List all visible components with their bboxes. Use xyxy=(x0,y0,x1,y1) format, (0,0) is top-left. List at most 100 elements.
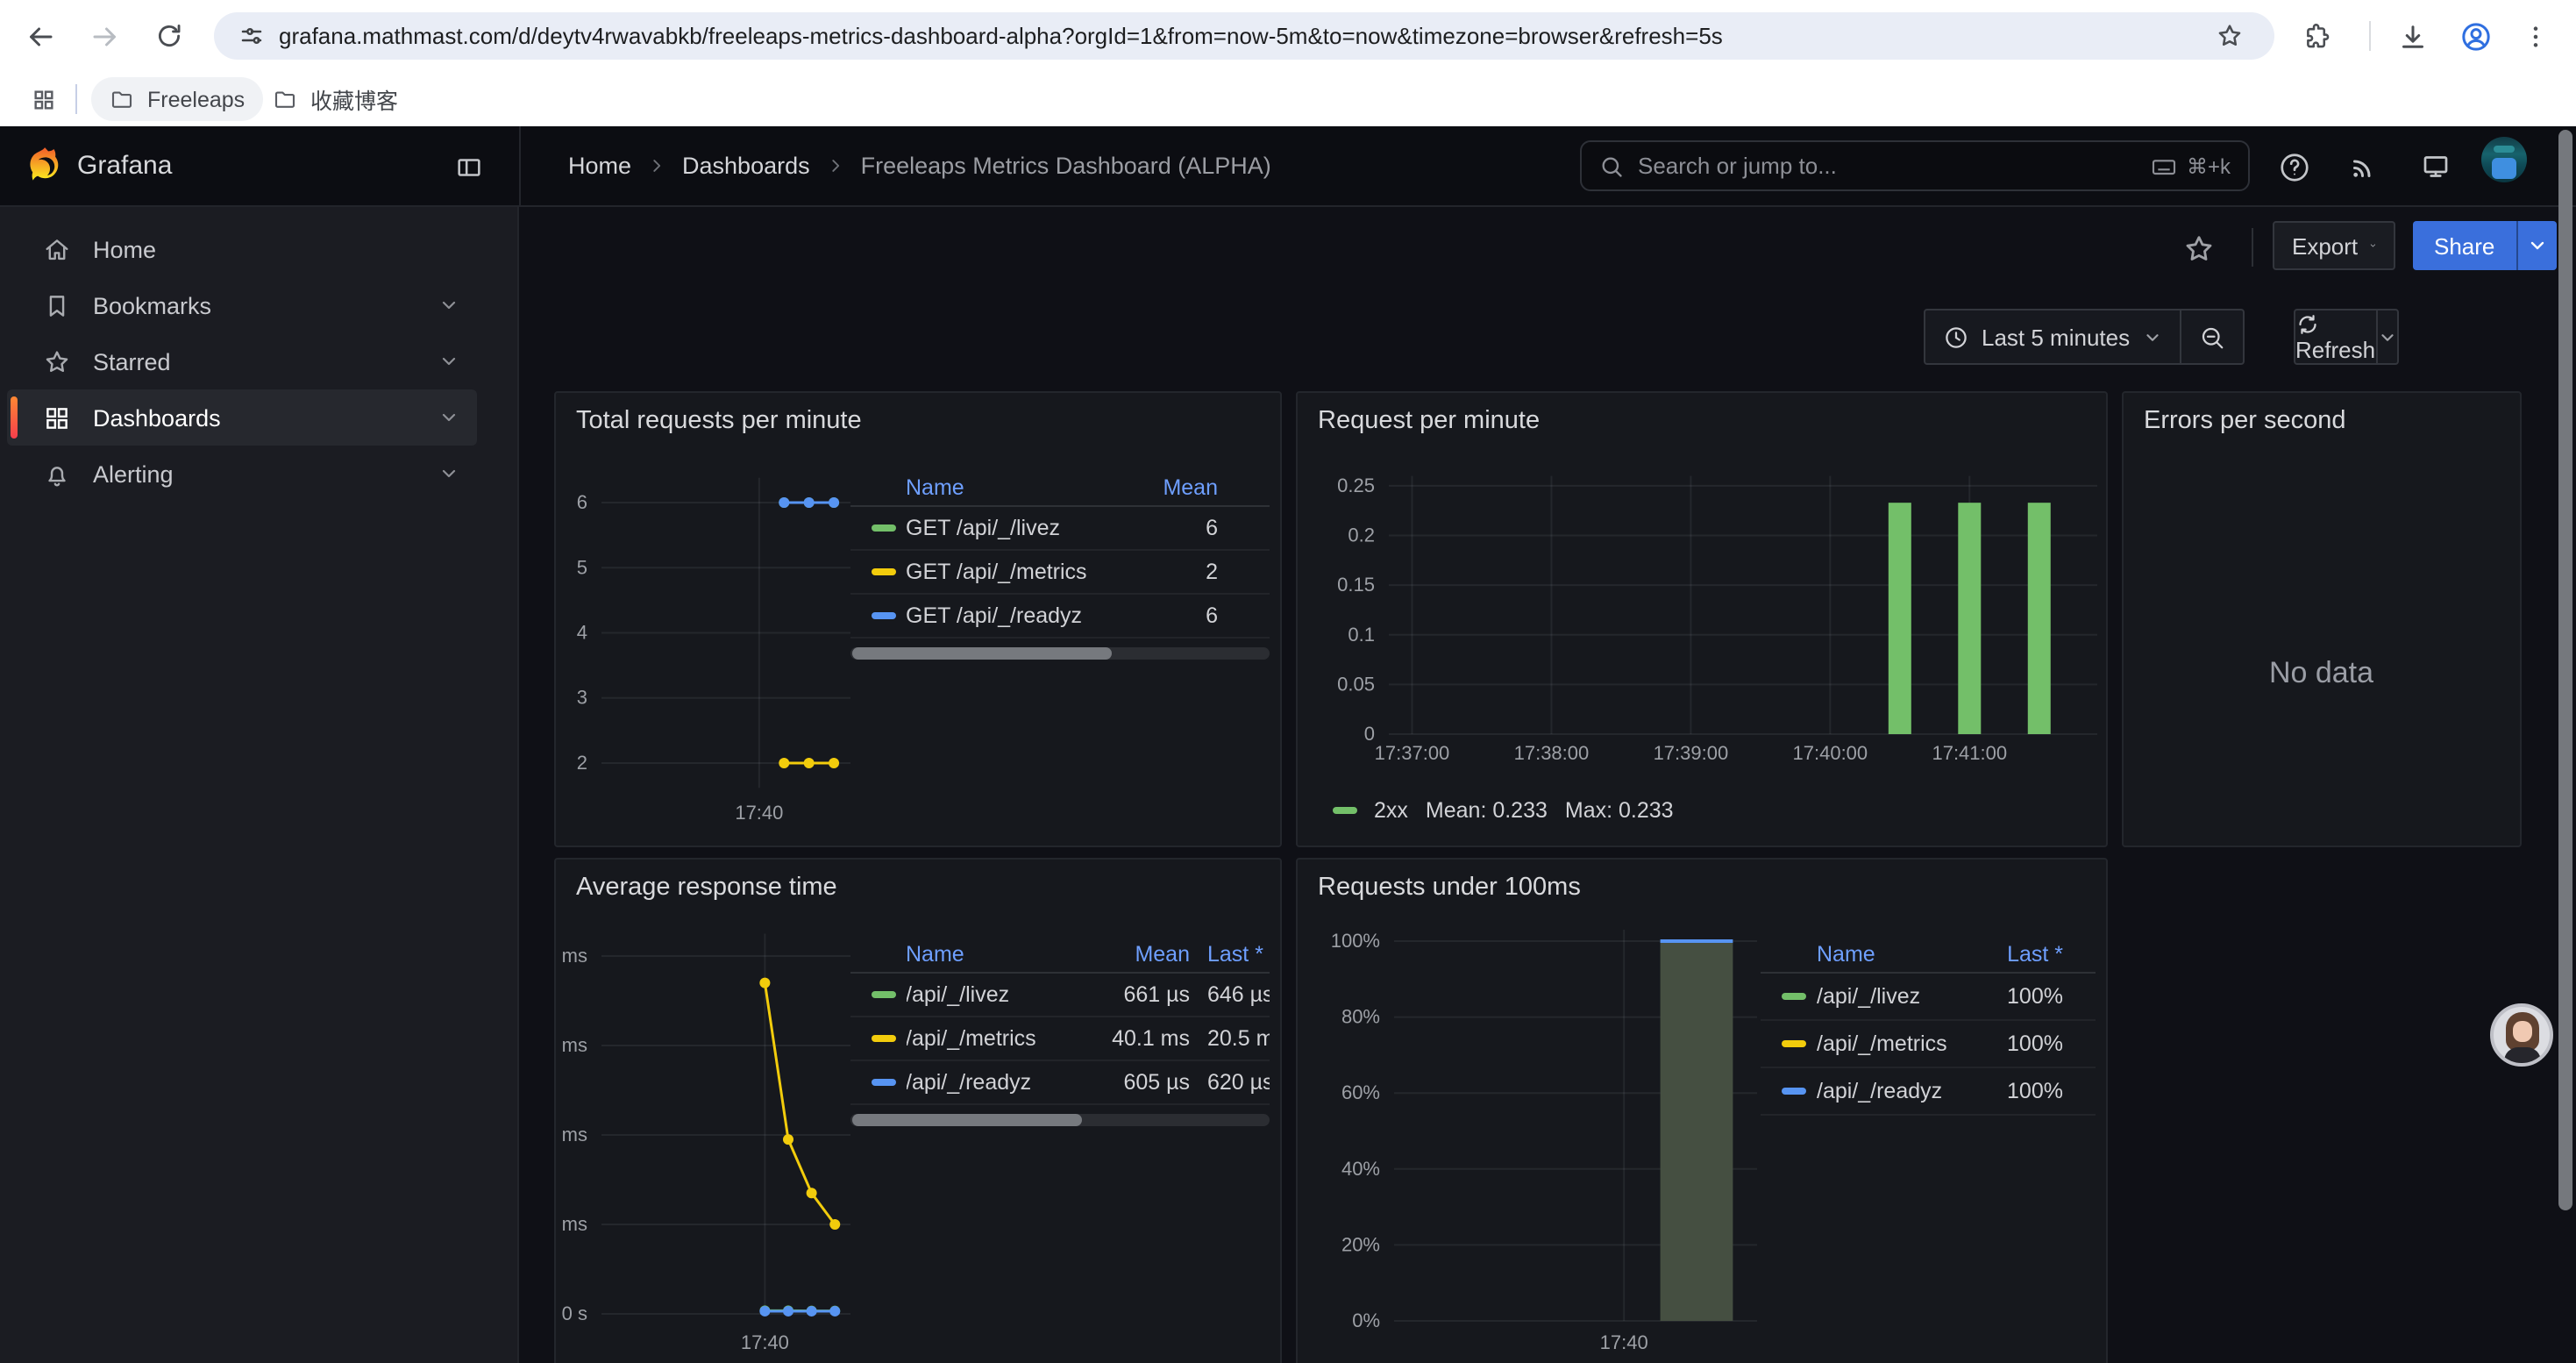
legend-scrollbar-thumb[interactable] xyxy=(851,1114,1082,1126)
refresh-group: Refresh xyxy=(2294,309,2398,365)
series-value: 100% xyxy=(1975,1031,2063,1056)
share-button[interactable]: Share xyxy=(2413,221,2516,270)
inline-legend[interactable]: 2xxMean: 0.233Max: 0.233 xyxy=(1332,798,1674,823)
data-point xyxy=(803,497,814,508)
user-avatar[interactable] xyxy=(2481,137,2527,182)
panel-errors-per-second: Errors per secondNo data xyxy=(2121,391,2522,847)
sidebar-item-home[interactable]: Home xyxy=(7,221,477,277)
time-range-picker[interactable]: Last 5 minutes xyxy=(1925,310,2179,363)
bookmark-star-icon[interactable] xyxy=(2208,14,2252,58)
legend-row[interactable]: /api/_/readyz605 µs620 µs xyxy=(850,1061,1269,1105)
bookmark-folder[interactable]: Freeleaps xyxy=(91,77,262,121)
series-color-pill xyxy=(1782,1040,1806,1047)
legend-scrollbar[interactable] xyxy=(850,647,1269,660)
data-point xyxy=(778,758,788,768)
refresh-button[interactable]: Refresh xyxy=(2295,311,2375,362)
monitor-icon[interactable] xyxy=(2415,146,2457,188)
page-scrollbar[interactable] xyxy=(2558,130,2572,1210)
avatar-art xyxy=(2504,1047,2541,1065)
site-settings-icon[interactable] xyxy=(238,23,265,49)
series-name: /api/_/livez xyxy=(906,982,1095,1007)
series-value: 661 µs xyxy=(1095,982,1190,1007)
chevron-down-icon[interactable] xyxy=(438,407,459,428)
y-tick-label: 0.1 xyxy=(1347,624,1374,646)
avatar-art xyxy=(2513,1021,2532,1042)
legend-scrollbar[interactable] xyxy=(850,1114,1269,1126)
url-text[interactable]: grafana.mathmast.com/d/deytv4rwavabkb/fr… xyxy=(279,23,1723,49)
bookmark-icon xyxy=(42,290,72,320)
chevron-down-icon[interactable] xyxy=(438,463,459,484)
favorite-star-icon[interactable] xyxy=(2181,232,2220,270)
sidebar-item-dashboards[interactable]: Dashboards xyxy=(7,389,477,446)
extensions-icon[interactable] xyxy=(2295,14,2339,58)
back-icon[interactable] xyxy=(18,14,61,58)
profile-icon[interactable] xyxy=(2453,14,2497,58)
x-tick-label: 17:37:00 xyxy=(1374,742,1449,764)
data-point xyxy=(828,758,838,768)
y-tick-label: 0.25 xyxy=(1336,475,1374,496)
legend-header-name[interactable]: Name xyxy=(1817,942,1975,967)
sidebar-item-alerting[interactable]: Alerting xyxy=(7,446,477,502)
series-value: 2 xyxy=(1148,560,1218,584)
legend-header-name[interactable]: Name xyxy=(906,475,1148,500)
panel-average-response-time: Average response time0 s20 ms40 ms60 ms8… xyxy=(553,858,1282,1363)
floating-assistant-avatar[interactable] xyxy=(2490,1003,2553,1067)
legend-row[interactable]: /api/_/livez661 µs646 µs xyxy=(850,974,1269,1017)
folder-icon xyxy=(272,86,298,112)
breadcrumb-separator-icon xyxy=(826,156,845,175)
legend-scrollbar-thumb[interactable] xyxy=(851,647,1111,660)
breadcrumb-item[interactable]: Dashboards xyxy=(682,153,810,179)
forward-icon[interactable] xyxy=(82,14,126,58)
series-stat: Mean: 0.233 xyxy=(1426,798,1548,823)
legend-table: NameMeanLast * /api/_/livez661 µs646 µs/a… xyxy=(850,937,1269,1126)
series-color-pill xyxy=(871,1035,895,1042)
chevron-down-icon[interactable] xyxy=(438,351,459,372)
series-name: /api/_/metrics xyxy=(1817,1031,1975,1056)
bookmark-folder[interactable]: 收藏博客 xyxy=(254,77,416,121)
legend-header-value[interactable]: Mean xyxy=(1148,475,1218,500)
download-icon[interactable] xyxy=(2390,14,2434,58)
zoom-out-button[interactable] xyxy=(2181,310,2242,363)
chevron-down-icon xyxy=(2368,235,2376,256)
legend-header-value[interactable]: Last * xyxy=(1975,942,2063,967)
browser-menu-icon[interactable] xyxy=(2513,14,2557,58)
x-tick-label: 17:40 xyxy=(740,1331,788,1353)
legend-row[interactable]: GET /api/_/livez6 xyxy=(850,507,1269,551)
url-bar[interactable]: grafana.mathmast.com/d/deytv4rwavabkb/fr… xyxy=(214,12,2274,60)
legend-header-name[interactable]: Name xyxy=(906,942,1095,967)
legend-row[interactable]: /api/_/livez100% xyxy=(1761,974,2095,1021)
series-color-pill xyxy=(871,612,895,619)
legend-row[interactable]: GET /api/_/readyz6 xyxy=(850,595,1269,639)
zoom-out-icon xyxy=(2198,324,2224,350)
legend-row[interactable]: GET /api/_/metrics2 xyxy=(850,551,1269,595)
search-input[interactable]: Search or jump to... ⌘+k xyxy=(1580,140,2250,191)
chevron-down-icon xyxy=(2377,327,2396,346)
bar xyxy=(2027,503,2050,734)
news-rss-icon[interactable] xyxy=(2343,146,2385,188)
chevron-down-icon[interactable] xyxy=(438,295,459,316)
legend-row[interactable]: /api/_/metrics100% xyxy=(1761,1021,2095,1068)
legend-row[interactable]: /api/_/metrics40.1 ms20.5 ms xyxy=(850,1017,1269,1061)
grafana-logo-icon[interactable] xyxy=(23,144,67,188)
panel-title[interactable]: Errors per second xyxy=(2144,407,2346,435)
breadcrumb-item[interactable]: Home xyxy=(568,153,631,179)
apps-grid-icon[interactable] xyxy=(21,77,65,121)
data-point xyxy=(828,497,838,508)
y-tick-label: 60 ms xyxy=(555,1034,587,1056)
export-button[interactable]: Export xyxy=(2273,221,2395,270)
reload-icon[interactable] xyxy=(147,14,191,58)
x-tick-label: 17:40 xyxy=(734,802,782,824)
sidebar-toggle-icon[interactable] xyxy=(447,146,489,188)
y-tick-label: 20% xyxy=(1341,1233,1379,1255)
clock-icon xyxy=(1943,324,1969,350)
help-icon[interactable] xyxy=(2273,146,2315,188)
sidebar-item-starred[interactable]: Starred xyxy=(7,333,477,389)
refresh-interval-button[interactable] xyxy=(2377,327,2396,346)
legend-header-value[interactable]: Last * xyxy=(1190,942,1269,967)
legend-header-row: NameLast * xyxy=(1761,937,2095,974)
legend-row[interactable]: /api/_/readyz100% xyxy=(1761,1068,2095,1116)
legend-header-value[interactable]: Mean xyxy=(1095,942,1190,967)
y-tick-label: 0.05 xyxy=(1336,673,1374,695)
sidebar-item-bookmarks[interactable]: Bookmarks xyxy=(7,277,477,333)
share-menu-button[interactable] xyxy=(2516,221,2556,270)
